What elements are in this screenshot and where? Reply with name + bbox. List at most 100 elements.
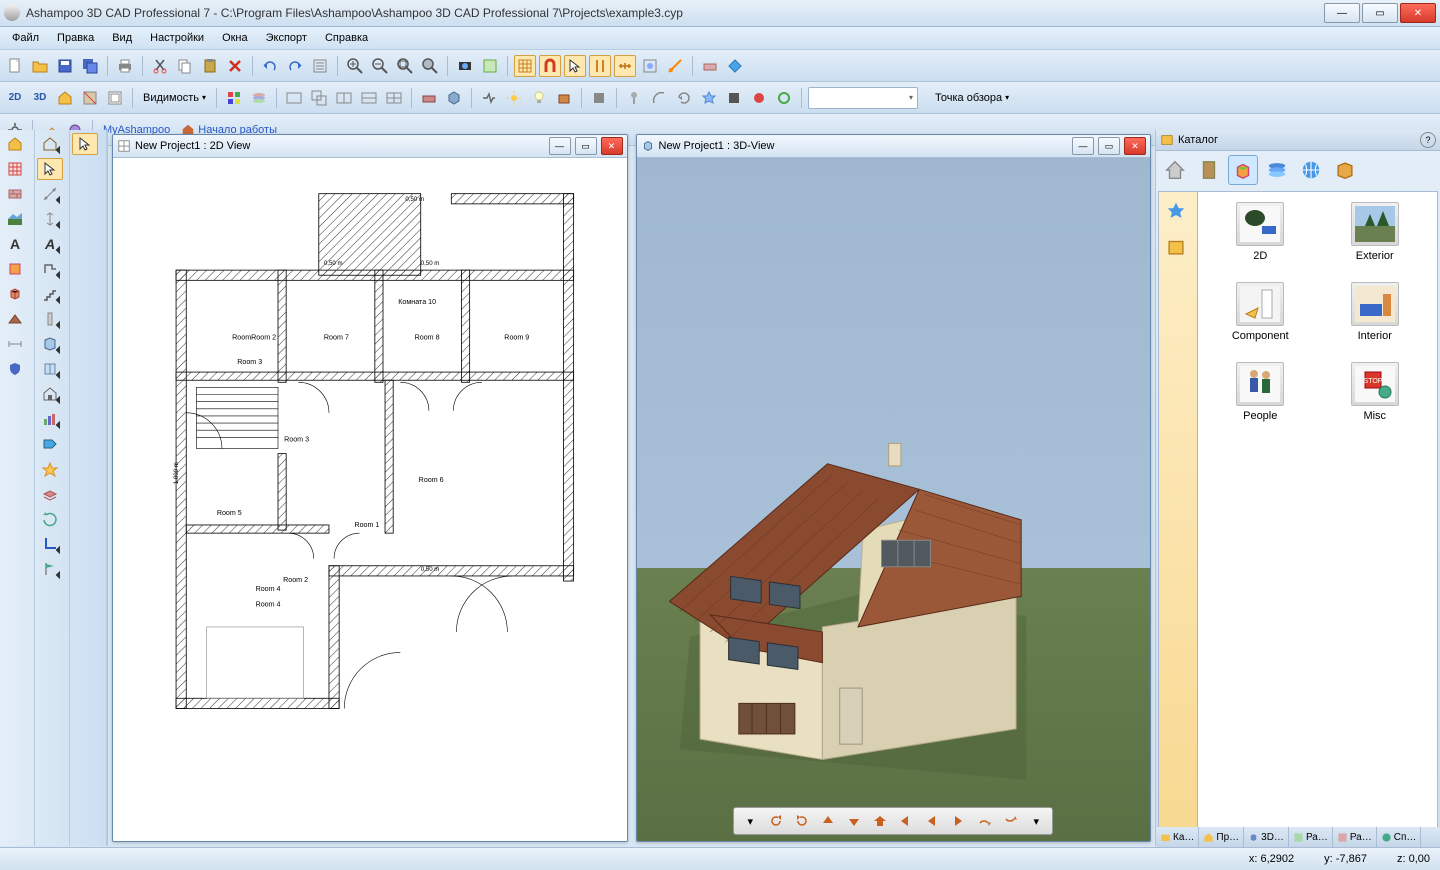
copy-button[interactable]	[174, 55, 196, 77]
tool-button-3[interactable]	[664, 55, 686, 77]
tool-button-5[interactable]	[724, 55, 746, 77]
nav-up[interactable]	[818, 811, 838, 831]
vtool-wall[interactable]	[2, 183, 28, 205]
nav-prev[interactable]	[896, 811, 916, 831]
tool-house-button[interactable]	[54, 87, 76, 109]
zoom-fit-button[interactable]	[394, 55, 416, 77]
bottab-work2[interactable]: Ра…	[1333, 827, 1377, 847]
nav-tilt-up[interactable]	[974, 811, 994, 831]
vtool2-flag[interactable]	[37, 558, 63, 580]
redo-list-button[interactable]	[309, 55, 331, 77]
cat-btn-package[interactable]	[1330, 155, 1360, 185]
menu-settings[interactable]: Настройки	[142, 30, 212, 46]
mdi-3d-maximize[interactable]: ▭	[1098, 137, 1120, 155]
zoom-out-button[interactable]	[369, 55, 391, 77]
catalog-item-component[interactable]: Component	[1208, 282, 1313, 342]
catalog-item-interior[interactable]: Interior	[1323, 282, 1428, 342]
vtool-shield[interactable]	[2, 358, 28, 380]
vtool2-measure[interactable]	[37, 183, 63, 205]
tool-square-button[interactable]	[723, 87, 745, 109]
vtool2-outline[interactable]	[37, 258, 63, 280]
visibility-dropdown[interactable]: Видимость ▾	[139, 88, 210, 108]
nav-right[interactable]	[948, 811, 968, 831]
menu-help[interactable]: Справка	[317, 30, 376, 46]
save-button[interactable]	[54, 55, 76, 77]
tool-sun-button[interactable]	[503, 87, 525, 109]
print-button[interactable]	[114, 55, 136, 77]
render-button[interactable]	[454, 55, 476, 77]
vtool-cube[interactable]	[2, 283, 28, 305]
catalog-item-2d[interactable]: 2D	[1208, 202, 1313, 262]
nav-dropdown-2[interactable]: ▾	[1026, 811, 1046, 831]
mdi-2d-maximize[interactable]: ▭	[575, 137, 597, 155]
delete-button[interactable]	[224, 55, 246, 77]
minimize-button[interactable]: ―	[1324, 3, 1360, 23]
bottab-project[interactable]: Пр…	[1199, 827, 1244, 847]
mdi-3d-minimize[interactable]: ―	[1072, 137, 1094, 155]
tool-light-button[interactable]	[528, 87, 550, 109]
catalog-help-button[interactable]: ?	[1420, 132, 1436, 148]
viewpoint-label-dropdown[interactable]: Точка обзора ▾	[931, 88, 1013, 108]
vtool2-spark[interactable]	[37, 458, 63, 480]
vtool-grid[interactable]	[2, 158, 28, 180]
maximize-button[interactable]: ▭	[1362, 3, 1398, 23]
tool-arc-button[interactable]	[648, 87, 670, 109]
cursor-toggle-button[interactable]	[564, 55, 586, 77]
window-tile-button[interactable]	[283, 87, 305, 109]
vtool-roof[interactable]	[2, 308, 28, 330]
nav-home[interactable]	[870, 811, 890, 831]
cut-button[interactable]	[149, 55, 171, 77]
vtool2-stairs[interactable]	[37, 283, 63, 305]
redo-button[interactable]	[284, 55, 306, 77]
vtool2-height[interactable]	[37, 208, 63, 230]
nav-tilt-down[interactable]	[1000, 811, 1020, 831]
view3d-canvas[interactable]	[637, 158, 1151, 841]
menu-file[interactable]: Файл	[4, 30, 47, 46]
vtool2-layers[interactable]	[37, 483, 63, 505]
vtool-landscape[interactable]	[2, 208, 28, 230]
vtool-shape[interactable]	[2, 258, 28, 280]
catalog-item-people[interactable]: People	[1208, 362, 1313, 422]
window-cascade-button[interactable]	[308, 87, 330, 109]
mdi-2d-close[interactable]: ✕	[601, 137, 623, 155]
window-split-v-button[interactable]	[358, 87, 380, 109]
viewpoint-value-combo[interactable]: ▾	[808, 87, 918, 109]
menu-view[interactable]: Вид	[104, 30, 140, 46]
cat-btn-globe[interactable]	[1296, 155, 1326, 185]
mdi-2d-minimize[interactable]: ―	[549, 137, 571, 155]
guides-toggle-button[interactable]	[589, 55, 611, 77]
vtool2-select[interactable]	[37, 158, 63, 180]
vtool2-refresh[interactable]	[37, 508, 63, 530]
vtool2-L[interactable]	[37, 533, 63, 555]
nav-rotate-left[interactable]	[766, 811, 786, 831]
measure-toggle-button[interactable]	[614, 55, 636, 77]
menu-edit[interactable]: Правка	[49, 30, 102, 46]
tool-section-button[interactable]	[79, 87, 101, 109]
vtool2-window[interactable]	[37, 358, 63, 380]
paste-button[interactable]	[199, 55, 221, 77]
tool-rotate-button[interactable]	[673, 87, 695, 109]
mdi-2d-body[interactable]: RoomRoom 2 Room 3 Room 7 Room 8 Room 9 К…	[113, 158, 627, 841]
catalog-item-misc[interactable]: STOP Misc	[1323, 362, 1428, 422]
cat-side-favorites[interactable]	[1161, 196, 1191, 226]
tool-star-button[interactable]	[698, 87, 720, 109]
cat-btn-door[interactable]	[1194, 155, 1224, 185]
tool-button-2[interactable]	[639, 55, 661, 77]
cat-btn-objects[interactable]	[1228, 155, 1258, 185]
nav-left[interactable]	[922, 811, 942, 831]
layers-button[interactable]	[248, 87, 270, 109]
new-file-button[interactable]	[4, 55, 26, 77]
open-file-button[interactable]	[29, 55, 51, 77]
bottab-work1[interactable]: Ра…	[1289, 827, 1333, 847]
save-as-button[interactable]	[79, 55, 101, 77]
window-split-h-button[interactable]	[333, 87, 355, 109]
tool-misc-button[interactable]	[443, 87, 465, 109]
bottab-help[interactable]: Сп…	[1377, 827, 1422, 847]
catalog-item-exterior[interactable]: Exterior	[1323, 202, 1428, 262]
snap-toggle-button[interactable]	[539, 55, 561, 77]
mdi-3d-body[interactable]: ▾ ▾	[637, 158, 1151, 841]
grid-toggle-button[interactable]	[514, 55, 536, 77]
vtool3-select[interactable]	[72, 133, 98, 155]
cat-btn-materials[interactable]	[1262, 155, 1292, 185]
zoom-in-button[interactable]	[344, 55, 366, 77]
